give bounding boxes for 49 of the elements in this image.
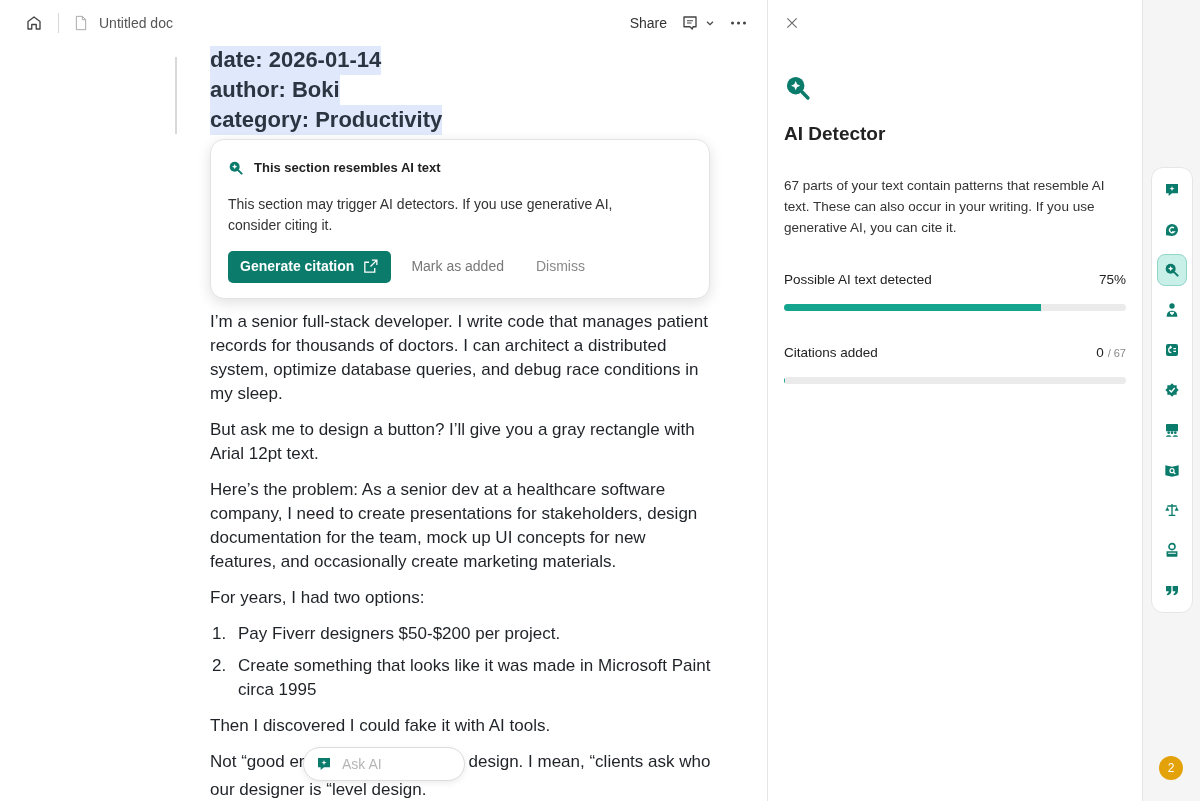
caret-icon bbox=[705, 18, 715, 28]
mark-as-added-button[interactable]: Mark as added bbox=[411, 256, 504, 277]
paragraph: For years, I had two options: bbox=[210, 587, 426, 609]
card-title: This section resembles AI text bbox=[254, 159, 441, 177]
document-icon bbox=[73, 14, 89, 32]
list-item-text: Pay Fiverr designers $50-$200 per project. bbox=[238, 623, 561, 645]
share-button[interactable]: Share bbox=[629, 12, 667, 34]
comments-button[interactable] bbox=[681, 14, 715, 32]
list-item-text: Create something that looks like it was made in Microsoft Paint circa 1995 bbox=[238, 655, 712, 701]
list-number: 2. bbox=[211, 655, 228, 677]
meter-value: 0 / 67 bbox=[1096, 343, 1126, 362]
meter-label: Possible AI text detected bbox=[784, 270, 932, 289]
person-stamp-icon bbox=[1164, 542, 1180, 558]
scales-icon bbox=[1164, 502, 1180, 518]
dismiss-button[interactable]: Dismiss bbox=[536, 256, 585, 277]
text-fragment: design. I mean, “clients ask who bbox=[468, 751, 711, 773]
home-icon bbox=[25, 14, 43, 32]
search-icon bbox=[228, 159, 244, 176]
text-fragment: our designer is “level design. bbox=[210, 779, 428, 801]
search-icon bbox=[1164, 262, 1180, 278]
comment-icon bbox=[681, 14, 699, 32]
book-search-icon bbox=[1164, 462, 1180, 478]
generate-citation-button[interactable]: Generate citation bbox=[228, 250, 392, 283]
text-fragment: Not “good er bbox=[210, 751, 305, 773]
close-button[interactable] bbox=[784, 15, 800, 31]
search-icon bbox=[784, 74, 812, 102]
ask-ai-field[interactable]: Ask AI bbox=[303, 747, 465, 781]
paragraph: I’m a senior full-stack developer. I write code that manages patient records for thousands of doctors. I can architect a distributed system, optimize database queries, and debug race conditions in my sleep. bbox=[210, 311, 709, 405]
paragraph: Then I discovered I could fake it with AI tools. bbox=[210, 715, 552, 737]
paragraph: Here’s the problem: As a senior dev at a healthcare software company, I need to create presentations for stakeholders, design documentation for the team, mock up UI concepts for new features, and occasionally create marketing materials. bbox=[210, 479, 699, 573]
tool-button[interactable] bbox=[1157, 254, 1187, 286]
external-link-icon bbox=[362, 258, 380, 275]
panel-title: AI Detector bbox=[784, 122, 887, 146]
list-number: 1. bbox=[211, 623, 228, 645]
panel-description: 67 parts of your text contain patterns that resemble AI text. These can also occur in your writing. If you use generative AI, you can cite it. bbox=[784, 176, 1106, 237]
meter-value: 75% bbox=[1098, 270, 1126, 289]
chat-sparkle-icon bbox=[316, 756, 332, 772]
close-icon bbox=[784, 15, 800, 31]
swirl-icon bbox=[1164, 222, 1180, 238]
meter-label: Citations added bbox=[784, 343, 878, 362]
person-heart-icon bbox=[1164, 302, 1180, 318]
ask-ai-input[interactable]: Ask AI bbox=[342, 753, 442, 775]
chat-sparkle-icon bbox=[1164, 182, 1180, 198]
card-message: This section may trigger AI detectors. If you use generative AI, consider citing it. bbox=[228, 194, 614, 235]
presentation-icon bbox=[1164, 422, 1180, 438]
document-title[interactable]: Untitled doc bbox=[99, 12, 173, 34]
more-icon bbox=[730, 21, 746, 25]
paragraph: But ask me to design a button? I’ll give you a gray rectangle with Arial 12pt text. bbox=[210, 419, 696, 465]
badge-check-icon bbox=[1164, 382, 1180, 398]
